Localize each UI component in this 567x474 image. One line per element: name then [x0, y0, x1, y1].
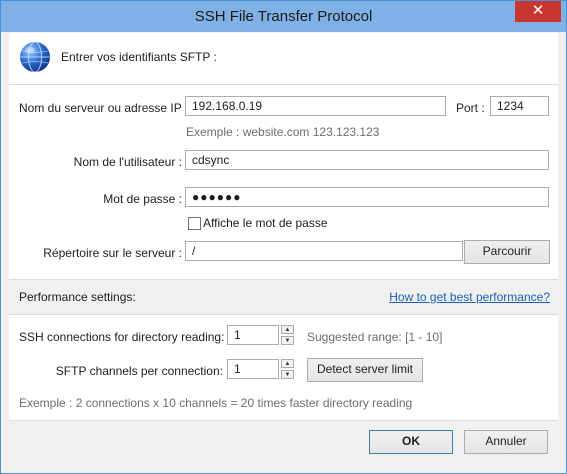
best-performance-link[interactable]: How to get best performance? — [389, 290, 550, 304]
ok-button[interactable]: OK — [369, 430, 453, 454]
performance-panel: SSH connections for directory reading: 1… — [9, 315, 558, 421]
cancel-button[interactable]: Annuler — [464, 430, 548, 454]
sftp-channels-label: SFTP channels per connection: — [55, 364, 223, 378]
user-label: Nom de l'utilisateur : — [73, 155, 182, 169]
globe-icon — [20, 41, 50, 73]
performance-header: Performance settings: How to get best pe… — [9, 280, 558, 315]
close-icon: ✕ — [531, 2, 545, 19]
close-button[interactable]: ✕ — [515, 1, 561, 22]
server-label: Nom du serveur ou adresse IP : — [19, 101, 189, 115]
sftp-channels-spinner[interactable]: ▲ ▼ — [281, 359, 294, 379]
directory-input[interactable]: / — [185, 241, 463, 261]
sftp-channels-input[interactable]: 1 — [227, 359, 279, 379]
port-input[interactable]: 1234 — [490, 96, 549, 116]
show-password-label[interactable]: Affiche le mot de passe — [203, 216, 328, 230]
performance-example: Exemple : 2 connections x 10 channels = … — [19, 396, 413, 410]
password-label: Mot de passe : — [103, 192, 182, 206]
password-input[interactable]: ●●●●●● — [185, 187, 549, 207]
server-example: Exemple : website.com 123.123.123 — [186, 125, 380, 139]
spin-up-icon[interactable]: ▲ — [281, 325, 294, 334]
ssh-connections-input[interactable]: 1 — [227, 325, 279, 345]
user-input[interactable]: cdsync — [185, 150, 549, 170]
spin-up-icon[interactable]: ▲ — [281, 359, 294, 368]
show-password-checkbox[interactable] — [188, 217, 201, 230]
spin-down-icon[interactable]: ▼ — [281, 370, 294, 379]
browse-button[interactable]: Parcourir — [464, 240, 550, 264]
credentials-panel: Nom du serveur ou adresse IP : 192.168.0… — [9, 85, 558, 280]
directory-label: Répertoire sur le serveur : — [43, 246, 182, 260]
spin-down-icon[interactable]: ▼ — [281, 336, 294, 345]
detect-server-limit-button[interactable]: Detect server limit — [307, 358, 423, 382]
ssh-connections-label: SSH connections for directory reading: — [19, 330, 225, 344]
server-input[interactable]: 192.168.0.19 — [185, 96, 446, 116]
performance-title: Performance settings: — [19, 290, 136, 304]
sftp-dialog: SSH File Transfer Protocol ✕ Entrer vos … — [0, 0, 567, 474]
title-bar[interactable]: SSH File Transfer Protocol ✕ — [1, 1, 566, 32]
suggested-range: Suggested range: [1 - 10] — [307, 330, 443, 344]
footer: OK Annuler — [9, 421, 558, 465]
header-text: Entrer vos identifiants SFTP : — [61, 50, 217, 64]
window-title: SSH File Transfer Protocol — [194, 8, 373, 25]
ssh-connections-spinner[interactable]: ▲ ▼ — [281, 325, 294, 345]
port-label: Port : — [456, 101, 485, 115]
header-panel: Entrer vos identifiants SFTP : — [9, 33, 558, 85]
